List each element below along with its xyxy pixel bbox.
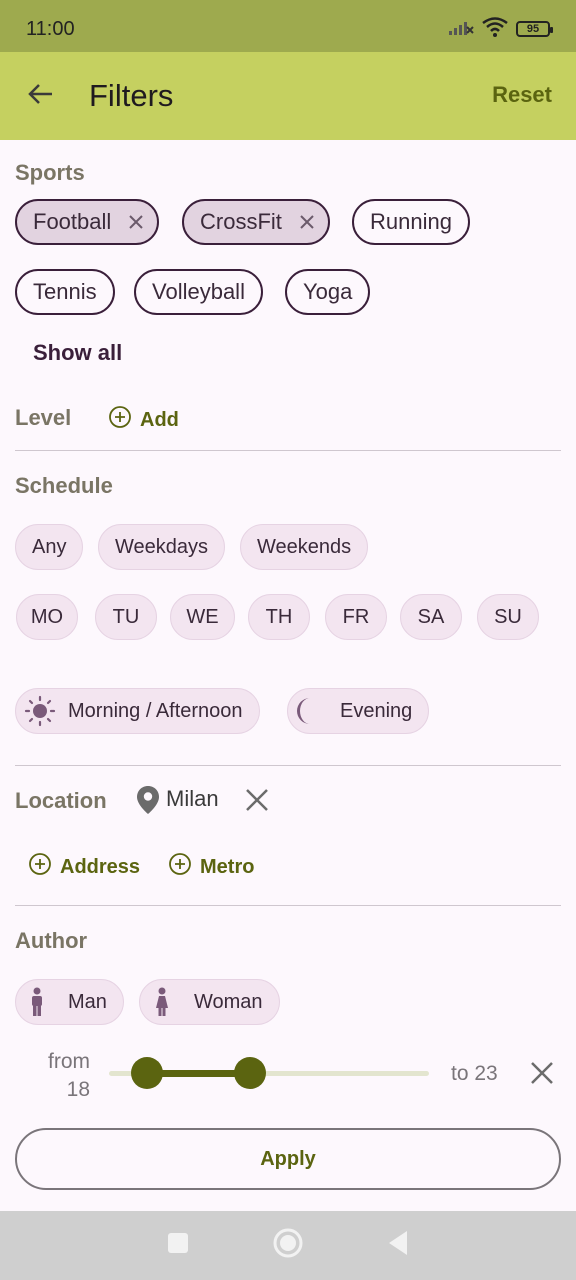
chip-label: Running <box>370 209 452 234</box>
age-from-text: from 18 <box>38 1048 90 1104</box>
add-circle-icon <box>168 852 192 882</box>
page-title: Filters <box>89 78 174 113</box>
battery-icon: 95 <box>516 21 553 37</box>
close-icon <box>530 1062 554 1089</box>
chip-sport-yoga[interactable]: Yoga <box>285 269 371 315</box>
apply-label: Apply <box>260 1147 316 1170</box>
chip-period-any[interactable]: Any <box>15 524 84 570</box>
chip-author-man[interactable]: Man <box>15 979 124 1025</box>
chip-label: TU <box>112 605 140 628</box>
chip-label: WE <box>186 605 219 628</box>
status-bar: 11:00 95 <box>0 0 576 52</box>
sun-icon <box>24 695 56 727</box>
chip-sport-crossfit[interactable]: CrossFit <box>182 199 330 245</box>
close-icon[interactable] <box>298 213 316 231</box>
add-address-label: Address <box>60 855 141 878</box>
close-icon <box>244 789 270 817</box>
age-to-label: to 23 <box>451 1062 498 1085</box>
status-time: 11:00 <box>26 17 75 40</box>
wifi-icon <box>482 16 508 42</box>
chip-label: Volleyball <box>152 279 245 304</box>
chip-label: Morning / Afternoon <box>68 699 243 722</box>
location-value: Milan <box>166 786 219 811</box>
divider <box>15 765 561 766</box>
sports-section-title: Sports <box>15 160 85 185</box>
app-bar: Filters Reset <box>0 52 576 140</box>
chip-label: SU <box>494 605 522 628</box>
clear-location-button[interactable] <box>244 787 270 818</box>
chip-day-fr[interactable]: FR <box>325 594 387 640</box>
woman-icon <box>154 987 170 1017</box>
divider <box>15 905 561 906</box>
chip-day-th[interactable]: TH <box>248 594 310 640</box>
reset-button[interactable]: Reset <box>492 82 552 108</box>
chip-label: Man <box>68 990 107 1013</box>
chip-label: Football <box>33 209 112 234</box>
chip-time-morning-afternoon[interactable]: Morning / Afternoon <box>15 688 260 734</box>
home-icon[interactable] <box>273 1228 303 1263</box>
chip-label: Evening <box>340 699 413 722</box>
chip-label: Tennis <box>33 279 97 304</box>
chip-period-weekdays[interactable]: Weekdays <box>98 524 226 570</box>
chip-label: Weekdays <box>115 535 209 558</box>
back-nav-icon[interactable] <box>387 1230 409 1261</box>
chip-label: Weekends <box>257 535 352 558</box>
location-pin-icon <box>136 785 160 820</box>
status-icons: 95 <box>448 11 553 42</box>
chip-label: Yoga <box>303 279 353 304</box>
chip-label: SA <box>417 605 445 628</box>
chip-label: FR <box>342 605 370 628</box>
add-address-button[interactable]: Address <box>28 852 140 882</box>
chip-label: Woman <box>194 990 263 1013</box>
age-slider-min-thumb[interactable] <box>131 1057 164 1089</box>
chip-day-we[interactable]: WE <box>170 594 235 640</box>
add-level-button[interactable]: Add <box>108 405 179 435</box>
chip-label: MO <box>30 605 64 628</box>
system-nav-bar <box>0 1211 576 1280</box>
back-button[interactable] <box>0 52 80 140</box>
divider <box>15 450 561 451</box>
chip-day-su[interactable]: SU <box>477 594 539 640</box>
chip-label: CrossFit <box>200 209 282 234</box>
chip-sport-volleyball[interactable]: Volleyball <box>134 269 263 315</box>
arrow-back-icon <box>26 82 54 111</box>
schedule-section-title: Schedule <box>15 473 113 498</box>
level-section-title: Level <box>15 405 72 430</box>
age-from-value: 18 <box>66 1078 90 1101</box>
moon-icon <box>296 696 324 726</box>
chip-sport-football[interactable]: Football <box>15 199 160 245</box>
author-section-title: Author <box>15 928 88 953</box>
chip-period-weekends[interactable]: Weekends <box>240 524 369 570</box>
add-metro-label: Metro <box>200 855 255 878</box>
chip-sport-running[interactable]: Running <box>352 199 470 245</box>
signal-icon <box>448 18 474 41</box>
chip-sport-tennis[interactable]: Tennis <box>15 269 115 315</box>
apply-button[interactable]: Apply <box>15 1128 561 1190</box>
man-icon <box>30 987 44 1017</box>
add-label: Add <box>140 408 179 431</box>
location-section-title: Location <box>15 788 107 813</box>
add-circle-icon <box>28 852 52 882</box>
clear-age-button[interactable] <box>530 1061 554 1090</box>
add-circle-icon <box>108 405 132 435</box>
chip-day-mo[interactable]: MO <box>16 594 78 640</box>
chip-day-tu[interactable]: TU <box>95 594 157 640</box>
add-metro-button[interactable]: Metro <box>168 852 254 882</box>
chip-day-sa[interactable]: SA <box>400 594 462 640</box>
chip-label: Any <box>32 535 67 558</box>
chip-label: TH <box>265 605 293 628</box>
recents-icon[interactable] <box>167 1232 189 1259</box>
age-from-label: from <box>48 1050 90 1073</box>
close-icon[interactable] <box>127 213 145 231</box>
show-all-button[interactable]: Show all <box>33 340 122 366</box>
chip-author-woman[interactable]: Woman <box>139 979 280 1025</box>
age-slider-max-thumb[interactable] <box>233 1057 266 1089</box>
chip-time-evening[interactable]: Evening <box>287 688 430 734</box>
